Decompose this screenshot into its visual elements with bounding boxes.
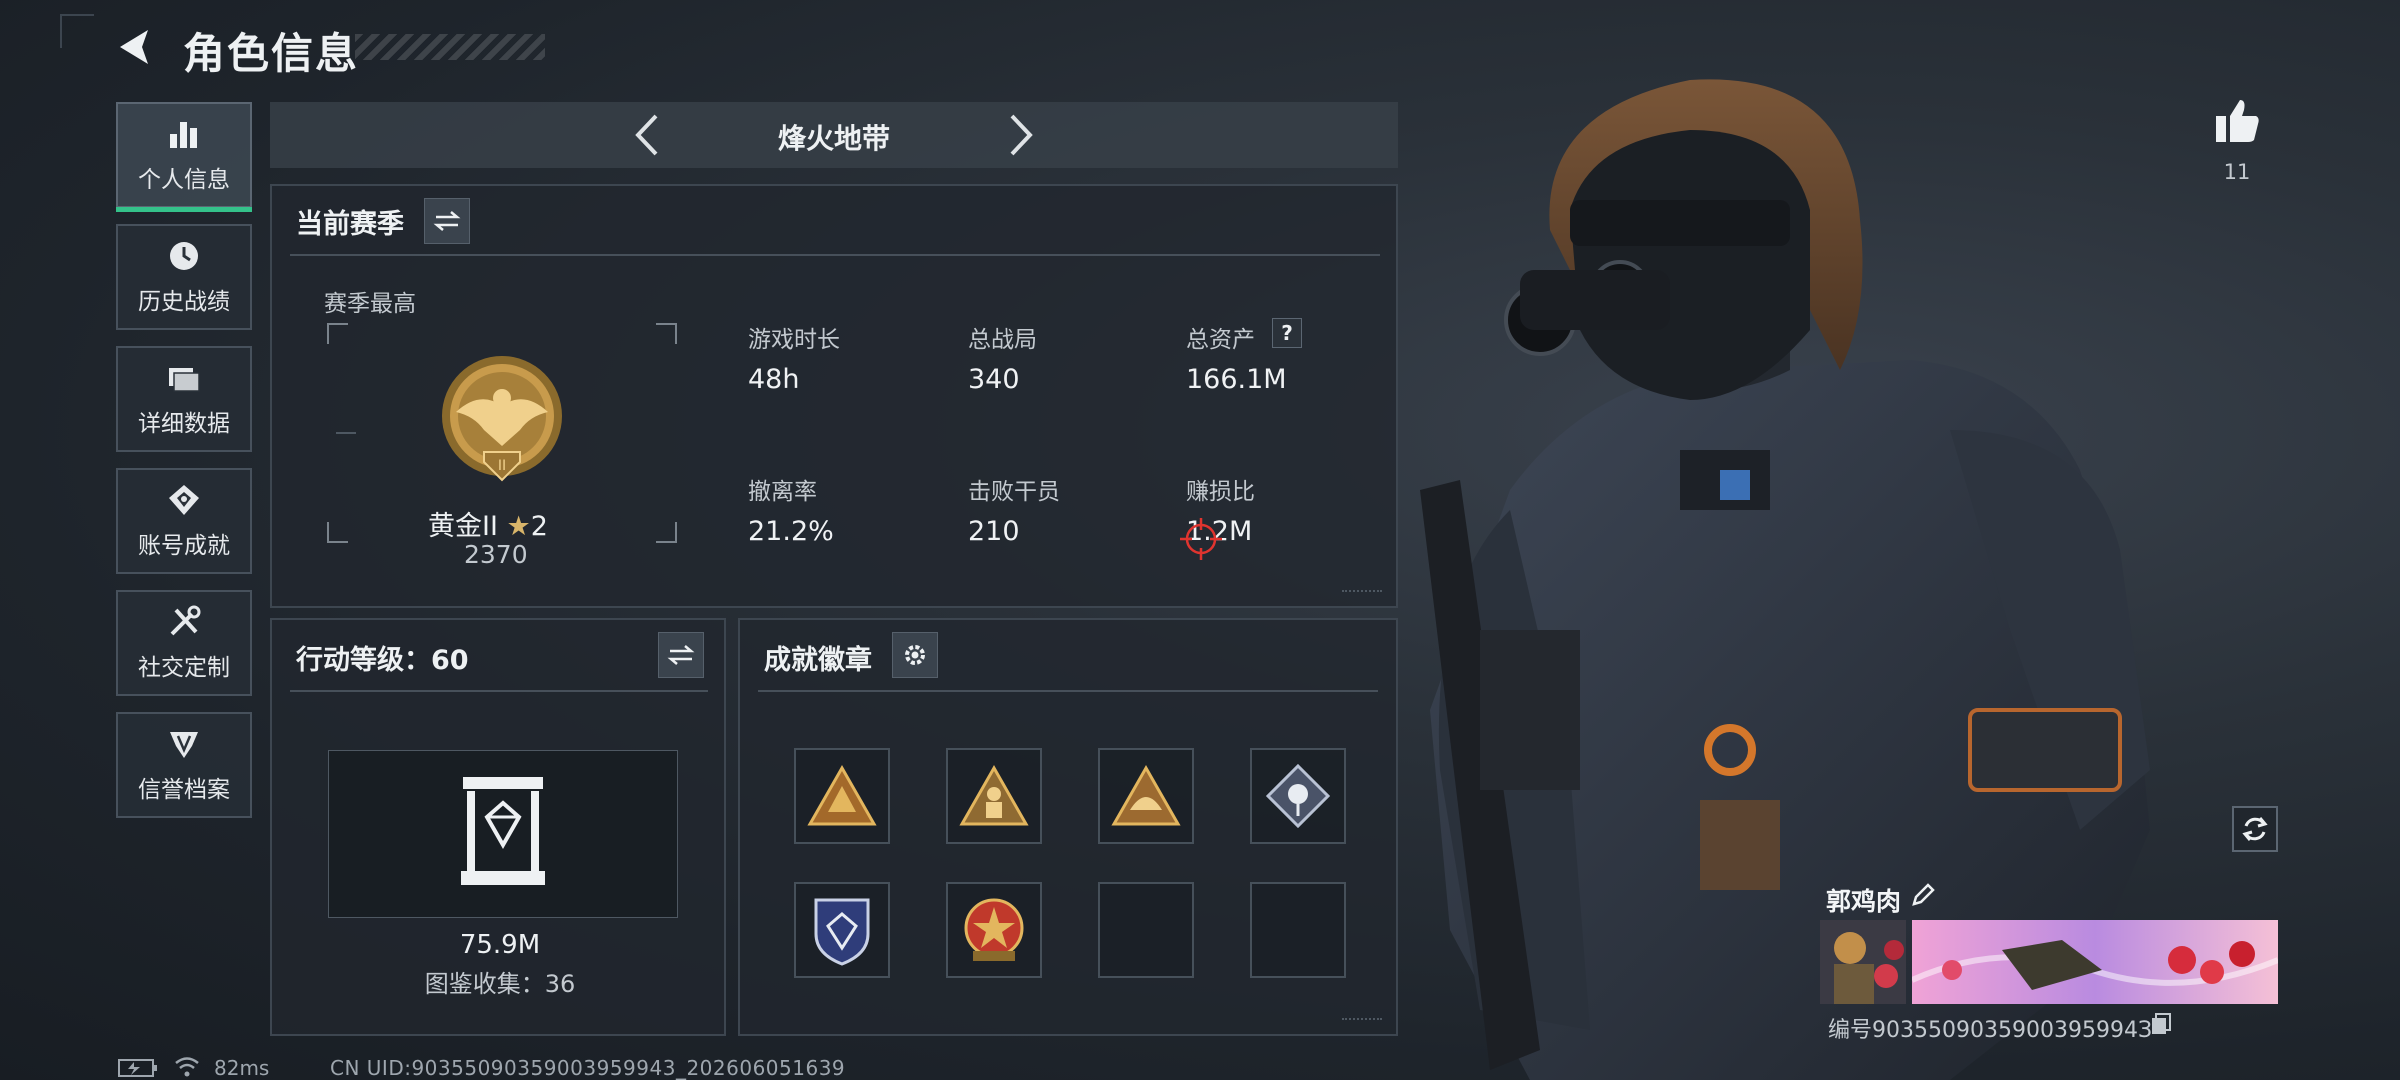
profile-banner[interactable]	[1912, 920, 2278, 1004]
page-title: 角色信息	[183, 29, 360, 78]
current-season-panel: 当前赛季 赛季最高 II 黄金II ★2 2370 游戏时长 48h 总战局 3…	[270, 184, 1398, 608]
stat-label-extraction-rate: 撤离率	[748, 479, 817, 505]
clock-icon	[170, 242, 198, 270]
battery-icon	[118, 1059, 157, 1077]
nav-label: 个人信息	[138, 167, 230, 193]
season-title: 当前赛季	[296, 209, 404, 240]
triangle-soldier-badge-icon	[959, 764, 1029, 826]
title-stripe-decoration	[355, 34, 545, 60]
help-button[interactable]: ?	[1272, 318, 1302, 348]
nav-label: 详细数据	[138, 411, 230, 437]
achievement-icon	[169, 485, 199, 515]
corner-tick-decoration	[1342, 590, 1382, 596]
wifi-icon	[175, 1057, 199, 1077]
gear-icon	[905, 645, 925, 665]
level-title: 行动等级：60	[296, 645, 469, 676]
collection-case-icon	[461, 777, 545, 885]
badge-slot-1[interactable]	[794, 748, 890, 844]
like-count: 11	[2223, 160, 2251, 184]
collection-count: 图鉴收集：36	[424, 970, 576, 998]
corner-decoration	[60, 14, 94, 48]
badges-settings-button[interactable]	[892, 632, 938, 678]
nav-item-personal-info[interactable]: 个人信息	[116, 102, 252, 212]
action-level-panel: 行动等级：60 75.9M 图鉴收集：36	[270, 618, 726, 1036]
rotate-model-button[interactable]	[2232, 806, 2278, 852]
nav-item-achievements[interactable]: 账号成就	[116, 468, 252, 574]
stat-label-total-assets: 总资产	[1186, 327, 1255, 353]
stat-value-extraction-rate: 21.2%	[748, 516, 834, 547]
rank-points: 2370	[464, 540, 528, 569]
triangle-helmet-badge-icon	[1111, 764, 1181, 826]
ping-value: 82ms	[214, 1056, 270, 1080]
nav-label: 历史战绩	[138, 289, 230, 315]
svg-text:II: II	[498, 458, 506, 474]
gold-rank-emblem-icon: II	[442, 356, 562, 482]
rotate-icon	[2242, 817, 2268, 841]
rank-stars: 2	[530, 511, 548, 542]
chevron-right-icon[interactable]	[1006, 112, 1036, 158]
rank-name: 黄金II ★2	[428, 504, 548, 543]
collection-value: 75.9M	[459, 930, 541, 960]
edit-pencil-icon[interactable]	[1910, 882, 1936, 908]
diamond-rose-badge-icon	[1265, 763, 1331, 829]
account-uid: CN UID:90355090359003959943_202606051639	[330, 1056, 846, 1080]
nav-label: 信誉档案	[138, 777, 230, 803]
badge-slot-2[interactable]	[946, 748, 1042, 844]
avatar[interactable]	[1820, 920, 1906, 1004]
level-switch-button[interactable]	[658, 632, 704, 678]
divider	[290, 254, 1380, 256]
collection-display-case[interactable]	[328, 750, 678, 918]
stat-value-total-assets: 166.1M	[1186, 364, 1287, 395]
stat-label-total-matches: 总战局	[968, 327, 1037, 353]
thumbs-up-icon[interactable]	[2212, 96, 2262, 146]
badge-slot-3[interactable]	[1098, 748, 1194, 844]
crosshair-icon	[1180, 518, 1222, 560]
shield-emblem-badge-icon	[814, 898, 870, 966]
stat-value-playtime: 48h	[748, 364, 800, 395]
corner-tick-decoration	[1342, 1018, 1382, 1024]
season-best-label: 赛季最高	[324, 291, 416, 317]
tools-icon	[170, 605, 201, 636]
stat-value-kills: 210	[968, 516, 1020, 547]
achievement-badges-panel: 成就徽章	[738, 618, 1398, 1036]
nav-item-detailed-data[interactable]: 详细数据	[116, 346, 252, 452]
badge-slot-empty[interactable]	[1250, 882, 1346, 978]
mode-selector: 烽火地带	[270, 102, 1398, 168]
nav-label: 社交定制	[138, 655, 230, 681]
nav-item-social-custom[interactable]: 社交定制	[116, 590, 252, 696]
nav-item-credit-record[interactable]: 信誉档案	[116, 712, 252, 818]
badge-slot-5[interactable]	[794, 882, 890, 978]
stat-label-playtime: 游戏时长	[748, 327, 840, 353]
rank-name-text: 黄金II	[428, 511, 498, 542]
folder-icon	[169, 368, 200, 392]
player-name: 郭鸡肉	[1826, 887, 1902, 916]
mode-label: 烽火地带	[777, 122, 890, 155]
stat-label-kills: 击败干员	[968, 479, 1060, 505]
swap-icon	[433, 211, 461, 231]
stat-value-total-matches: 340	[968, 364, 1020, 395]
nav-label: 账号成就	[138, 533, 230, 559]
badge-slot-empty[interactable]	[1098, 882, 1194, 978]
divider	[758, 690, 1378, 692]
bar-chart-icon	[170, 122, 197, 148]
swap-icon	[667, 645, 695, 665]
badges-title: 成就徽章	[764, 645, 872, 676]
back-arrow-icon[interactable]	[112, 24, 158, 70]
credit-shield-icon	[170, 732, 198, 758]
star-emblem-badge-icon	[964, 898, 1024, 961]
stat-label-profit-loss: 赚损比	[1186, 479, 1255, 505]
player-id: 编号9035509035900395994З	[1828, 1018, 2153, 1043]
badge-slot-6[interactable]	[946, 882, 1042, 978]
star-icon: ★	[506, 511, 531, 542]
nav-item-history[interactable]: 历史战绩	[116, 224, 252, 330]
divider	[290, 690, 708, 692]
badge-slot-4[interactable]	[1250, 748, 1346, 844]
triangle-badge-icon	[807, 764, 877, 826]
copy-icon[interactable]	[2150, 1012, 2172, 1036]
season-switch-button[interactable]	[424, 198, 470, 244]
